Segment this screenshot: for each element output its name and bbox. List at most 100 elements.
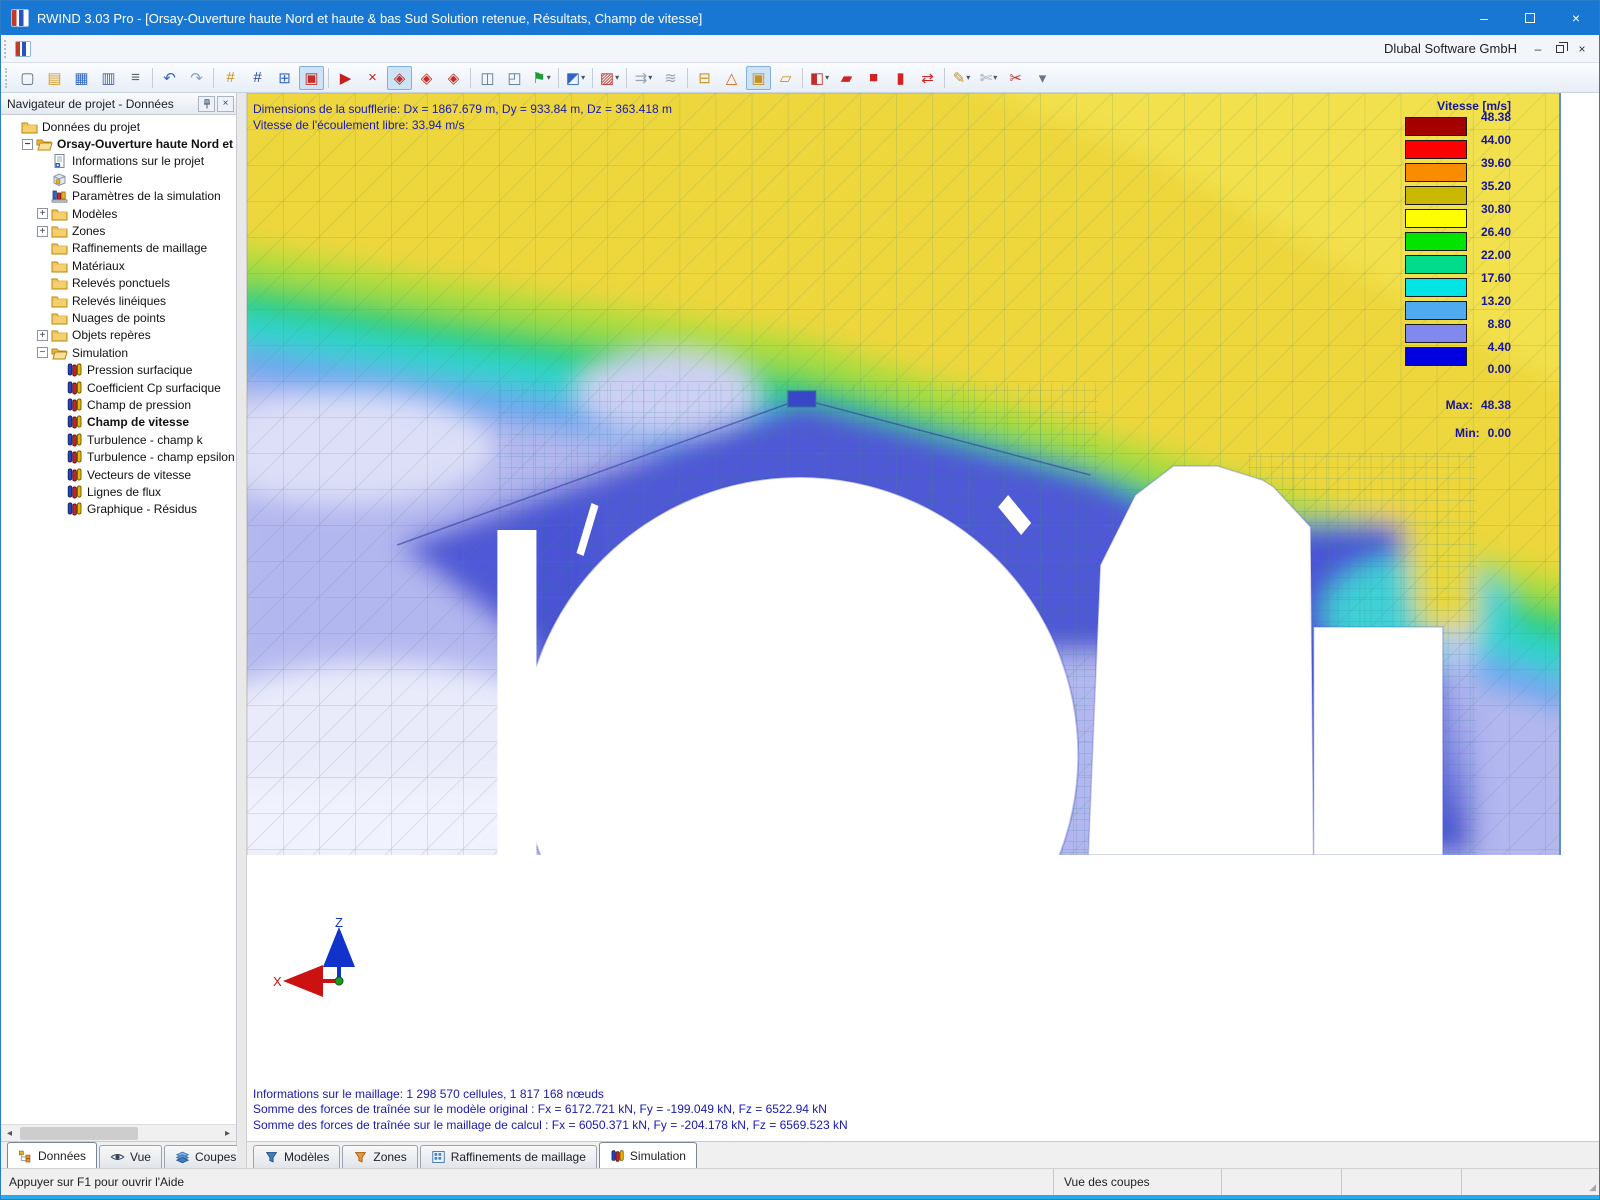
solid-display-icon[interactable]: ◧▾: [807, 66, 832, 90]
tree-item-releves-lineiques[interactable]: Relevés linéiques: [1, 292, 236, 309]
tree-item-coefficient-cp[interactable]: Coefficient Cp surfacique: [1, 379, 236, 396]
plane-back-icon[interactable]: ◈: [414, 66, 439, 90]
menu-outils[interactable]: [171, 44, 193, 54]
layers-waves-icon[interactable]: ≋: [658, 66, 683, 90]
open-file-icon[interactable]: ▤: [42, 66, 67, 90]
panel-title: Navigateur de projet - Données: [7, 97, 196, 111]
minimize-button[interactable]: –: [1461, 1, 1507, 35]
panel-close-button[interactable]: ×: [217, 96, 234, 112]
terrain-level-icon[interactable]: △: [719, 66, 744, 90]
menu-fichier[interactable]: [39, 44, 61, 54]
pin-button[interactable]: [198, 96, 215, 112]
result-plane-yz-icon[interactable]: ▮: [888, 66, 913, 90]
status-view-cell: Vue des coupes: [1053, 1169, 1221, 1195]
print-preview-icon[interactable]: ▥: [96, 66, 121, 90]
tree-item-soufflerie[interactable]: Soufflerie: [1, 170, 236, 187]
result-plane-xy-icon[interactable]: ▰: [834, 66, 859, 90]
result-plane-icon[interactable]: ◈: [387, 66, 412, 90]
tab-raffinements[interactable]: Raffinements de maillage: [420, 1145, 597, 1168]
viewport-floor[interactable]: X Z Informations sur le maillage: 1 298 …: [247, 855, 1599, 1141]
tree-item-zones[interactable]: + Zones: [1, 222, 236, 239]
wireframe-view-icon[interactable]: ◫: [475, 66, 500, 90]
plane-forward-icon[interactable]: ◈: [441, 66, 466, 90]
tree-expander[interactable]: −: [37, 347, 48, 358]
mdi-close-button[interactable]: ×: [1571, 39, 1593, 59]
tab-donnees[interactable]: Données: [7, 1142, 97, 1168]
menu-vue[interactable]: [83, 44, 105, 54]
clipping-region-icon[interactable]: ▣: [299, 66, 324, 90]
tree-item-materiaux[interactable]: Matériaux: [1, 257, 236, 274]
comment-icon[interactable]: ✎▾: [949, 66, 974, 90]
mesh-settings-icon[interactable]: #: [218, 66, 243, 90]
tree-item-informations-projet[interactable]: Informations sur le projet: [1, 153, 236, 170]
tree-item-nuages-de-points[interactable]: Nuages de points: [1, 309, 236, 326]
tree-expander[interactable]: +: [37, 208, 48, 219]
close-button[interactable]: ×: [1553, 1, 1599, 35]
undo-icon[interactable]: ↶: [157, 66, 182, 90]
run-simulation-icon[interactable]: ▶: [333, 66, 358, 90]
clipping-box-icon[interactable]: ▣: [746, 66, 771, 90]
tree-item-champ-de-vitesse[interactable]: Champ de vitesse: [1, 414, 236, 431]
result-plane-xz-icon[interactable]: ■: [861, 66, 886, 90]
tree-item-raffinements-maillage[interactable]: Raffinements de maillage: [1, 240, 236, 257]
tree-item-donnees-du-projet[interactable]: Données du projet: [1, 118, 236, 135]
clip-settings-icon[interactable]: ✄▾: [976, 66, 1001, 90]
tab-vue[interactable]: Vue: [99, 1145, 162, 1168]
mdi-child-icon[interactable]: [15, 41, 31, 57]
stop-simulation-icon[interactable]: ×: [360, 66, 385, 90]
tree-expander[interactable]: −: [22, 139, 33, 150]
tree-item-modeles[interactable]: + Modèles: [1, 205, 236, 222]
tree-item-champ-de-pression[interactable]: Champ de pression: [1, 396, 236, 413]
menu-modifier[interactable]: [61, 44, 83, 54]
tree-item-vecteurs-vitesse[interactable]: Vecteurs de vitesse: [1, 466, 236, 483]
cut-colored-icon[interactable]: ✂: [1003, 66, 1028, 90]
menu-inserer[interactable]: [105, 44, 127, 54]
paste-geometry-icon[interactable]: ▱: [773, 66, 798, 90]
tree-item-turbulence-epsilon[interactable]: Turbulence - champ epsilon: [1, 448, 236, 465]
mesh-node-icon[interactable]: ⊞: [272, 66, 297, 90]
tab-zones[interactable]: Zones: [342, 1145, 417, 1168]
tab-coupes[interactable]: Coupes: [164, 1145, 247, 1168]
isometric-view-icon[interactable]: ◩▾: [563, 66, 588, 90]
tree-item-simulation[interactable]: − Simulation: [1, 344, 236, 361]
save-icon[interactable]: ▦: [69, 66, 94, 90]
print-icon[interactable]: ≡: [123, 66, 148, 90]
tab-modeles[interactable]: Modèles: [253, 1145, 340, 1168]
tree-item-turbulence-k[interactable]: Turbulence - champ k: [1, 431, 236, 448]
mdi-minimize-button[interactable]: –: [1527, 39, 1549, 59]
section-hatch-icon[interactable]: ▨▾: [597, 66, 622, 90]
tree-item-parametres-simulation[interactable]: Paramètres de la simulation: [1, 188, 236, 205]
tree-expander[interactable]: +: [37, 330, 48, 341]
tree-item-graphique-residus[interactable]: Graphique - Résidus: [1, 501, 236, 518]
plane-flip-icon[interactable]: ⇄: [915, 66, 940, 90]
tree-expander[interactable]: +: [37, 226, 48, 237]
display-properties-icon[interactable]: ⚑▾: [529, 66, 554, 90]
panel-splitter[interactable]: [237, 93, 247, 1168]
mesh-generate-icon[interactable]: #: [245, 66, 270, 90]
tree-item-objets-reperes[interactable]: + Objets repères: [1, 327, 236, 344]
menu-fenetre[interactable]: [215, 44, 237, 54]
resize-grip[interactable]: ◢: [1581, 1169, 1599, 1195]
tree-item-pression-surfacique[interactable]: Pression surfacique: [1, 361, 236, 378]
velocity-field-view[interactable]: Dimensions de la soufflerie: Dx = 1867.6…: [247, 93, 1561, 855]
tree-item-orsay-projet[interactable]: − Orsay-Ouverture haute Nord et: [1, 135, 236, 152]
tree-item-lignes-de-flux[interactable]: Lignes de flux: [1, 483, 236, 500]
new-file-icon[interactable]: ▢: [15, 66, 40, 90]
mdi-restore-button[interactable]: [1549, 39, 1571, 59]
toolbar-overflow-icon[interactable]: ▾: [1030, 66, 1055, 90]
tree-item-releves-ponctuels[interactable]: Relevés ponctuels: [1, 275, 236, 292]
scroll-right-icon[interactable]: ▸: [219, 1125, 236, 1142]
menu-simulation[interactable]: [127, 44, 149, 54]
tab-simulation[interactable]: Simulation: [599, 1142, 697, 1168]
maximize-button[interactable]: [1507, 1, 1553, 35]
scroll-thumb[interactable]: [20, 1127, 138, 1140]
menu-options[interactable]: [193, 44, 215, 54]
box-bottom-face-icon[interactable]: ⊟: [692, 66, 717, 90]
redo-icon[interactable]: ↷: [184, 66, 209, 90]
sidebar-hscrollbar[interactable]: ◂ ▸: [1, 1124, 236, 1141]
menu-resultats[interactable]: [149, 44, 171, 54]
flow-direction-icon[interactable]: ⇉▾: [631, 66, 656, 90]
numbering-icon[interactable]: ◰: [502, 66, 527, 90]
scroll-left-icon[interactable]: ◂: [1, 1125, 18, 1142]
menu-aide[interactable]: [237, 44, 259, 54]
